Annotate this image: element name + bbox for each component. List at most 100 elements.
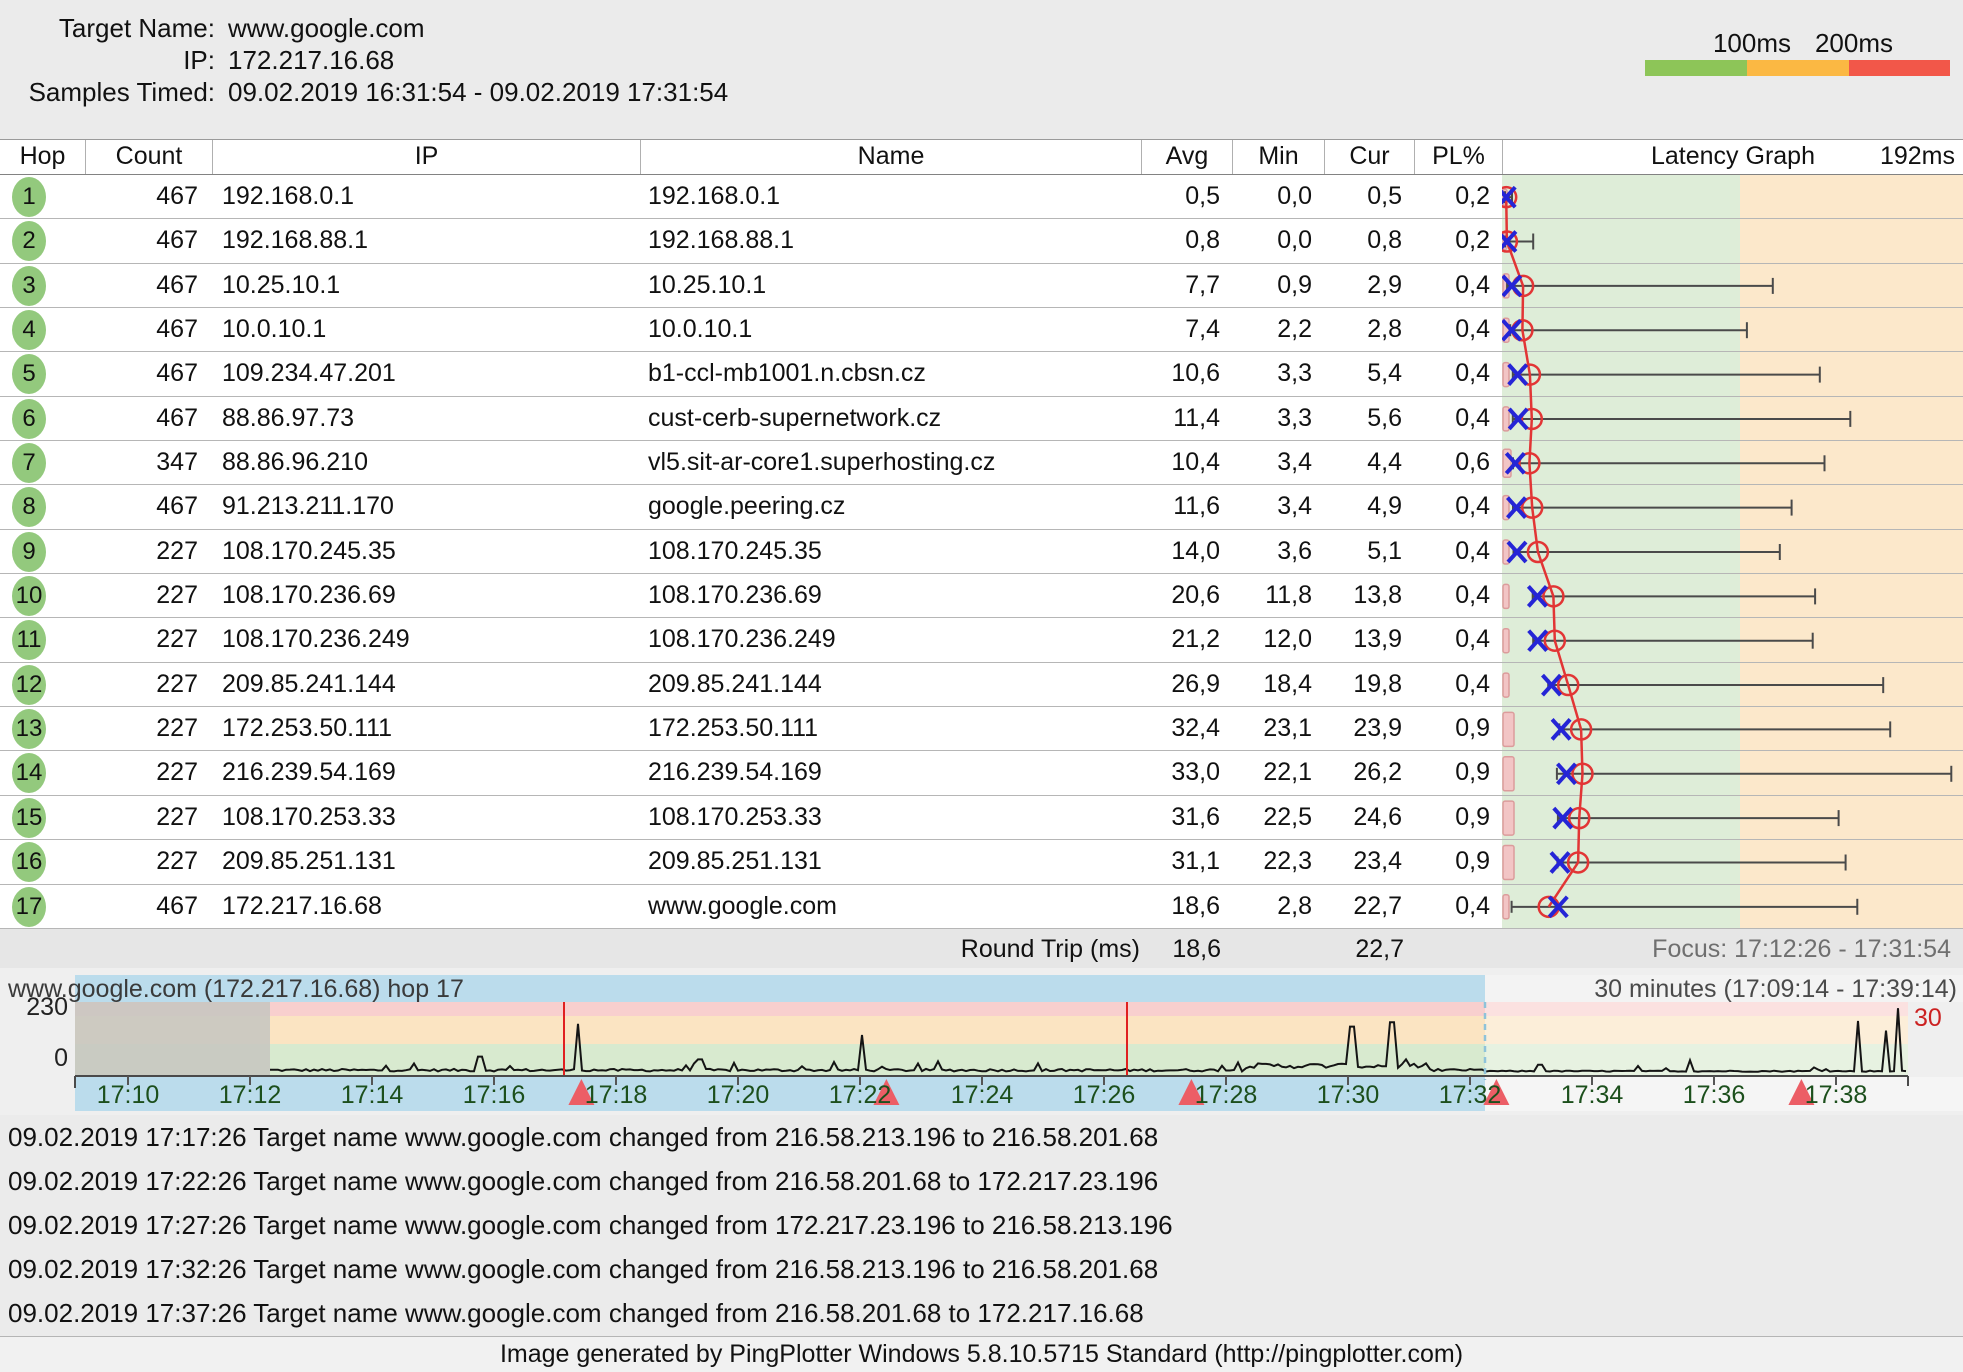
column-header-name[interactable]: Name [640,140,1141,174]
table-row-hop-6[interactable]: 646788.86.97.73cust-cerb-supernetwork.cz… [0,397,1963,441]
hop-number-badge: 11 [12,620,46,660]
column-header-count[interactable]: Count [85,140,212,174]
focus-range-label: Focus: 17:12:26 - 17:31:54 [1652,929,1951,969]
ip-cell: 172.217.16.68 [212,885,640,928]
table-row-hop-8[interactable]: 846791.213.211.170google.peering.cz11,63… [0,485,1963,529]
count-cell: 227 [85,618,212,661]
hop-number-badge: 6 [12,399,46,439]
event-log-line: 09.02.2019 17:17:26 Target name www.goog… [8,1115,1158,1159]
column-header-ip[interactable]: IP [212,140,640,174]
column-header-pl[interactable]: PL% [1414,140,1502,174]
table-body: 1467192.168.0.1192.168.0.10,50,00,50,224… [0,175,1963,929]
table-row-hop-5[interactable]: 5467109.234.47.201b1-ccl-mb1001.n.cbsn.c… [0,352,1963,396]
table-row-hop-7[interactable]: 734788.86.96.210vl5.sit-ar-core1.superho… [0,441,1963,485]
round-trip-avg: 18,6 [1041,929,1221,969]
column-header-avg[interactable]: Avg [1141,140,1232,174]
time-axis-label: 17:26 [1059,1080,1149,1110]
table-row-hop-14[interactable]: 14227216.239.54.169216.239.54.16933,022,… [0,751,1963,795]
table-row-hop-17[interactable]: 17467172.217.16.68www.google.com18,62,82… [0,885,1963,929]
column-header-latency-graph[interactable]: Latency Graph192ms [1502,140,1963,174]
event-log-line: 09.02.2019 17:32:26 Target name www.goog… [8,1247,1158,1291]
avg-cell: 18,6 [1141,885,1232,928]
timeline-graph[interactable]: www.google.com (172.217.16.68) hop 17 30… [0,968,1963,1115]
avg-cell: 10,4 [1141,441,1232,484]
time-axis-label: 17:12 [205,1080,295,1110]
column-header-min[interactable]: Min [1232,140,1324,174]
name-cell: 108.170.236.69 [640,574,1141,617]
pre-data-overlay [75,1002,270,1076]
time-axis-label: 17:14 [327,1080,417,1110]
cur-cell: 19,8 [1324,663,1414,706]
table-row-hop-3[interactable]: 346710.25.10.110.25.10.17,70,92,90,4 [0,264,1963,308]
time-axis-label: 17:30 [1303,1080,1393,1110]
table-header-row: HopCountIPNameAvgMinCurPL%Latency Graph1… [0,140,1963,175]
hop-number-badge: 16 [12,842,46,882]
name-cell: 10.25.10.1 [640,264,1141,307]
samples-timed-label: Samples Timed: [0,76,215,108]
cur-cell: 0,5 [1324,175,1414,218]
timeline-y-zero-label: 0 [0,1044,68,1073]
avg-cell: 7,7 [1141,264,1232,307]
hop-cell: 10 [0,574,85,617]
time-axis-label: 17:22 [815,1080,905,1110]
table-row-hop-12[interactable]: 12227209.85.241.144209.85.241.14426,918,… [0,663,1963,707]
min-cell: 3,6 [1232,530,1324,573]
cur-cell: 5,4 [1324,352,1414,395]
round-trip-cur: 22,7 [1224,929,1404,969]
cur-cell: 22,7 [1324,885,1414,928]
column-header-cur[interactable]: Cur [1324,140,1414,174]
samples-timed-value: 09.02.2019 16:31:54 - 09.02.2019 17:31:5… [228,76,728,108]
time-axis-label: 17:24 [937,1080,1027,1110]
event-log: 09.02.2019 17:17:26 Target name www.goog… [0,1115,1963,1336]
footer-bar: Image generated by PingPlotter Windows 5… [0,1336,1963,1372]
table-row-hop-15[interactable]: 15227108.170.253.33108.170.253.3331,622,… [0,796,1963,840]
hop-cell: 17 [0,885,85,928]
count-cell: 467 [85,485,212,528]
name-cell: 10.0.10.1 [640,308,1141,351]
cur-cell: 23,9 [1324,707,1414,750]
table-row-hop-13[interactable]: 13227172.253.50.111172.253.50.11132,423,… [0,707,1963,751]
name-cell: vl5.sit-ar-core1.superhosting.cz [640,441,1141,484]
latency-scale-max-label: 192ms [1880,140,1955,173]
count-cell: 227 [85,663,212,706]
table-row-hop-10[interactable]: 10227108.170.236.69108.170.236.6920,611,… [0,574,1963,618]
min-cell: 22,5 [1232,796,1324,839]
hop-number-badge: 8 [12,487,46,527]
count-cell: 227 [85,840,212,883]
name-cell: google.peering.cz [640,485,1141,528]
count-cell: 467 [85,397,212,440]
table-row-hop-16[interactable]: 16227209.85.251.131209.85.251.13131,122,… [0,840,1963,884]
table-row-hop-4[interactable]: 446710.0.10.110.0.10.17,42,22,80,4 [0,308,1963,352]
packet-loss-cell: 0,9 [1414,796,1502,839]
hop-number-badge: 3 [12,266,46,306]
hop-cell: 9 [0,530,85,573]
hop-cell: 1 [0,175,85,218]
packet-loss-cell: 0,9 [1414,707,1502,750]
ip-cell: 88.86.96.210 [212,441,640,484]
ip-cell: 88.86.97.73 [212,397,640,440]
cur-cell: 23,4 [1324,840,1414,883]
timeline-y-right-label: 30 [1914,1004,1942,1033]
table-row-hop-11[interactable]: 11227108.170.236.249108.170.236.24921,21… [0,618,1963,662]
avg-cell: 7,4 [1141,308,1232,351]
legend-200ms-label: 200ms [1799,28,1909,59]
table-row-hop-9[interactable]: 9227108.170.245.35108.170.245.3514,03,65… [0,530,1963,574]
hop-number-badge: 13 [12,709,46,749]
column-header-hop[interactable]: Hop [0,140,85,174]
hop-cell: 3 [0,264,85,307]
name-cell: b1-ccl-mb1001.n.cbsn.cz [640,352,1141,395]
min-cell: 23,1 [1232,707,1324,750]
table-row-hop-1[interactable]: 1467192.168.0.1192.168.0.10,50,00,50,2 [0,175,1963,219]
hop-number-badge: 17 [12,887,46,927]
cur-cell: 0,8 [1324,219,1414,262]
hop-cell: 7 [0,441,85,484]
packet-loss-cell: 0,4 [1414,574,1502,617]
table-row-hop-2[interactable]: 2467192.168.88.1192.168.88.10,80,00,80,2 [0,219,1963,263]
name-cell: 209.85.241.144 [640,663,1141,706]
ip-cell: 108.170.253.33 [212,796,640,839]
hop-cell: 2 [0,219,85,262]
count-cell: 227 [85,574,212,617]
count-cell: 467 [85,308,212,351]
count-cell: 467 [85,175,212,218]
packet-loss-cell: 0,4 [1414,530,1502,573]
